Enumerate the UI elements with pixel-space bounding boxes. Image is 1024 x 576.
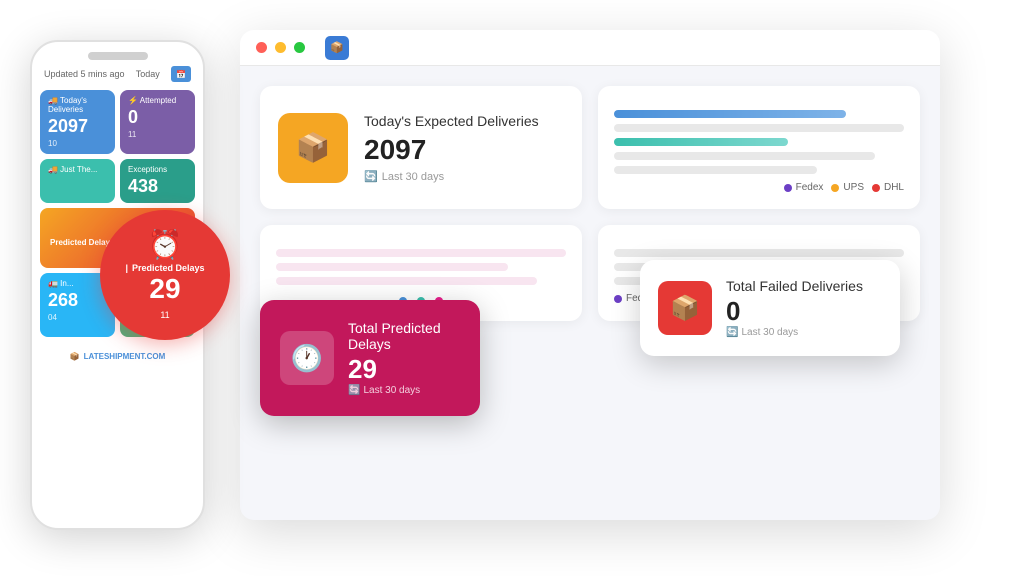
logo-icon: 📦: [70, 352, 80, 361]
circle-label: | Predicted Delays: [125, 263, 204, 273]
today-label: Today: [136, 69, 160, 79]
chart-dots-row: Fedex UPS DHL: [614, 182, 904, 193]
deliveries-card: 🚚 Today's Deliveries 2097 10: [40, 90, 115, 154]
red-circle-overlay: ⏰ | Predicted Delays 29 11: [100, 210, 230, 340]
chart-lines-2: [276, 249, 566, 285]
expected-deliveries-body: Today's Expected Deliveries 2097 🔄 Last …: [364, 112, 539, 183]
dhl-label: DHL: [884, 182, 904, 193]
attempted-card: ⚡ Attempted 0 11: [120, 90, 195, 154]
deliveries-sub: 10: [48, 139, 107, 148]
deliveries-value: 2097: [48, 116, 107, 137]
in-sub: 04: [48, 313, 107, 322]
traffic-light-yellow[interactable]: [275, 42, 286, 53]
chart-lines: [614, 110, 904, 174]
phone-header: Updated 5 mins ago Today 📅: [32, 60, 203, 86]
dhl-dot: [872, 184, 880, 192]
fedex-dot: [784, 184, 792, 192]
predicted-float-period: 🔄 Last 30 days: [348, 385, 460, 396]
predicted-float-title: Total Predicted Delays: [348, 320, 460, 352]
deliveries-dash-icon: 📦: [278, 113, 348, 183]
calendar-icon: 📅: [171, 66, 191, 82]
bl-line-1: [276, 249, 566, 257]
desktop-titlebar: 📦: [240, 30, 940, 66]
float-predicted-card: 🕐 Total Predicted Delays 29 🔄 Last 30 da…: [260, 300, 480, 416]
float-predicted-body: Total Predicted Delays 29 🔄 Last 30 days: [348, 320, 460, 396]
failed-float-title: Total Failed Deliveries: [726, 278, 863, 294]
clock-float-icon: 🕐: [291, 343, 323, 374]
phone-notch: [88, 52, 148, 60]
deliveries-label: 🚚 Today's Deliveries: [48, 96, 87, 114]
expected-title: Today's Expected Deliveries: [364, 112, 539, 130]
chart-line-5: [614, 166, 817, 174]
chart-line-1: [614, 110, 846, 118]
just-label: 🚚 Just The...: [48, 165, 97, 174]
ups-dot: [831, 184, 839, 192]
failed-float-value: 0: [726, 296, 863, 327]
dhl-dot-group: DHL: [872, 182, 904, 193]
expected-period: 🔄 Last 30 days: [364, 170, 539, 183]
circle-content: ⏰ | Predicted Delays 29 11: [125, 228, 204, 323]
failed-period-icon: 🔄: [726, 327, 738, 338]
in-label: 🚛 In...: [48, 279, 74, 288]
bl-line-3: [276, 277, 537, 285]
float-failed-card: 📦 Total Failed Deliveries 0 🔄 Last 30 da…: [640, 260, 900, 356]
clock-period-icon: 🔄: [364, 170, 378, 183]
chart-line-3: [614, 138, 788, 146]
period-refresh-icon: 🔄: [348, 385, 360, 396]
expected-value: 2097: [364, 134, 539, 166]
in-value: 268: [48, 290, 107, 311]
circle-value: 29: [125, 273, 204, 305]
footer-label: LATESHIPMENT.COM: [84, 352, 166, 361]
phone-row-1: 🚚 Today's Deliveries 2097 10 ⚡ Attempted…: [40, 90, 195, 154]
circle-clock-icon: ⏰: [125, 228, 204, 261]
expected-deliveries-card: 📦 Today's Expected Deliveries 2097 🔄 Las…: [260, 86, 582, 209]
float-failed-icon: 📦: [658, 281, 712, 335]
failed-float-period: 🔄 Last 30 days: [726, 327, 863, 338]
just-card: 🚚 Just The...: [40, 159, 115, 203]
chart-area-top: Fedex UPS DHL: [598, 86, 920, 209]
br-line-1: [614, 249, 904, 257]
desktop-logo: 📦: [325, 36, 349, 60]
attempted-sub: 11: [128, 130, 187, 139]
fedex-dot-group: Fedex: [784, 182, 824, 193]
phone-footer: 📦 LATESHIPMENT.COM: [32, 346, 203, 367]
attempted-value: 0: [128, 107, 187, 128]
box-icon: 📦: [296, 131, 331, 164]
traffic-light-green[interactable]: [294, 42, 305, 53]
circle-sub: 11: [160, 310, 169, 320]
exceptions-label: Exceptions: [128, 165, 167, 174]
traffic-light-red[interactable]: [256, 42, 267, 53]
box-failed-icon: 📦: [670, 294, 700, 323]
attempted-label: ⚡ Attempted: [128, 96, 176, 105]
scene: Updated 5 mins ago Today 📅 🚚 Today's Del…: [0, 0, 1024, 576]
chart-line-2: [614, 124, 904, 132]
predicted-float-value: 29: [348, 354, 460, 385]
delays-label: Predicted Delays: [50, 238, 114, 247]
exceptions-value: 438: [128, 176, 187, 197]
float-predicted-icon: 🕐: [280, 331, 334, 385]
exceptions-card: Exceptions 438: [120, 159, 195, 203]
bl-line-2: [276, 263, 508, 271]
updated-text: Updated 5 mins ago: [44, 69, 125, 79]
chart-line-4: [614, 152, 875, 160]
float-failed-body: Total Failed Deliveries 0 🔄 Last 30 days: [726, 278, 863, 338]
phone-row-2: 🚚 Just The... Exceptions 438: [40, 159, 195, 203]
ups-dot-group: UPS: [831, 182, 864, 193]
ups-label: UPS: [843, 182, 864, 193]
fedex-label: Fedex: [796, 182, 824, 193]
br-fedex-dot: [614, 295, 622, 303]
